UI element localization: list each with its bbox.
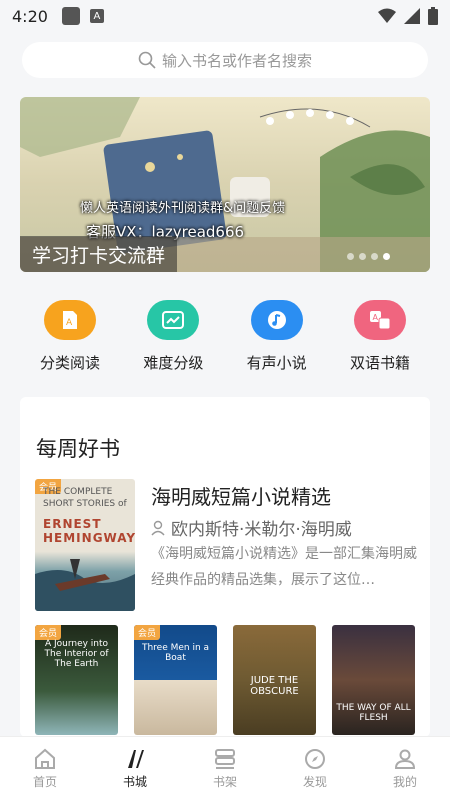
nav-bookshelf[interactable]: 书架 [185,737,265,800]
cover-text: A Journey into The Interior of The Earth [44,639,109,669]
book-cover[interactable]: THE WAY OF ALL FLESH [332,625,415,735]
status-bar: 4:20 A [0,0,450,32]
category-icon-bg: A [353,300,406,340]
category-row: A 分类阅读 难度分级 有声小说 A 双语书籍 [20,300,430,380]
compass-icon [305,748,325,769]
cover-text: Three Men in a Boat [141,643,210,663]
book-cover[interactable]: 会员 Three Men in a Boat [134,625,217,735]
category-bilingual-books[interactable]: A 双语书籍 [330,300,430,380]
svg-text:A: A [372,313,378,322]
weekly-books-card: 每周好书 会员 THE COMPLETE SHORT STORIES of ER… [20,397,430,737]
member-badge: 会员 [35,625,62,640]
music-note-icon [267,311,286,329]
bottom-navigation: 首页 书城 书架 发现 我的 [0,736,450,800]
category-difficulty-level[interactable]: 难度分级 [123,300,223,380]
battery-icon [428,7,438,25]
svg-text:A: A [66,318,73,328]
category-classified-reading[interactable]: A 分类阅读 [20,300,120,380]
banner-dot [371,253,378,260]
profile-icon [394,749,416,769]
section-title: 每周好书 [36,437,120,461]
document-icon: A [63,311,77,329]
banner-dot-active [383,253,390,260]
cover-text: JUDE THE OBSCURE [250,675,299,697]
category-label: 双语书籍 [349,354,410,372]
person-icon [151,520,165,535]
featured-book-title[interactable]: 海明威短篇小说精选 [151,481,331,510]
bookstore-icon [128,749,144,768]
bookshelf-icon [215,748,235,769]
category-icon-bg [147,300,200,340]
book-thumbnails: 会员 A Journey into The Interior of The Ea… [35,625,415,735]
nav-bookstore[interactable]: 书城 [95,737,175,800]
status-time: 4:20 [12,6,48,26]
nav-discover[interactable]: 发现 [275,737,355,800]
banner-line1: 懒人英语阅读外刊阅读群&问题反馈 [80,201,286,216]
nav-label: 书城 [122,774,147,789]
app-notification-icon: A [89,9,104,23]
wifi-icon [378,8,396,23]
author-name: 欧内斯特·米勒尔·海明威 [171,520,352,540]
featured-book-cover[interactable]: 会员 THE COMPLETE SHORT STORIES of ERNEST … [35,479,135,611]
cover-text: ERNEST HEMINGWAY [43,517,135,545]
nav-profile[interactable]: 我的 [365,737,445,800]
banner-dot [347,253,354,260]
notification-icon [61,7,80,25]
banner-pagination [347,253,390,260]
banner-dot [359,253,366,260]
nav-home[interactable]: 首页 [5,737,85,800]
category-icon-bg [250,300,303,340]
translate-icon: A [369,311,391,330]
home-icon [35,748,55,769]
member-badge: 会员 [134,625,161,640]
cover-text: THE COMPLETE [43,487,113,497]
book-cover[interactable]: 会员 A Journey into The Interior of The Ea… [35,625,118,735]
nav-label: 我的 [392,774,417,789]
nav-label: 发现 [302,774,327,789]
cover-text: SHORT STORIES of [43,499,127,509]
category-audio-novel[interactable]: 有声小说 [227,300,327,380]
nav-label: 书架 [212,774,237,789]
search-bar[interactable]: 输入书名或作者名搜索 [22,42,428,78]
promo-banner[interactable]: 懒人英语阅读外刊阅读群&问题反馈 客服VX：lazyread666 学习打卡交流… [20,97,430,272]
signal-icon [404,8,420,24]
category-label: 难度分级 [143,354,204,372]
featured-book-author: 欧内斯特·米勒尔·海明威 [151,515,352,540]
search-placeholder: 输入书名或作者名搜索 [161,51,312,70]
banner-caption: 学习打卡交流群 [20,236,178,272]
category-label: 分类阅读 [39,354,100,372]
featured-book-description: 《海明威短篇小说精选》是一部汇集海明威经典作品的精品选集，展示了这位… [151,546,417,588]
search-icon [138,51,156,69]
chart-icon [162,311,185,329]
nav-label: 首页 [32,774,57,789]
book-cover[interactable]: JUDE THE OBSCURE [233,625,316,735]
cover-text: THE WAY OF ALL FLESH [336,703,411,723]
category-label: 有声小说 [246,354,307,372]
category-icon-bg: A [44,300,96,340]
